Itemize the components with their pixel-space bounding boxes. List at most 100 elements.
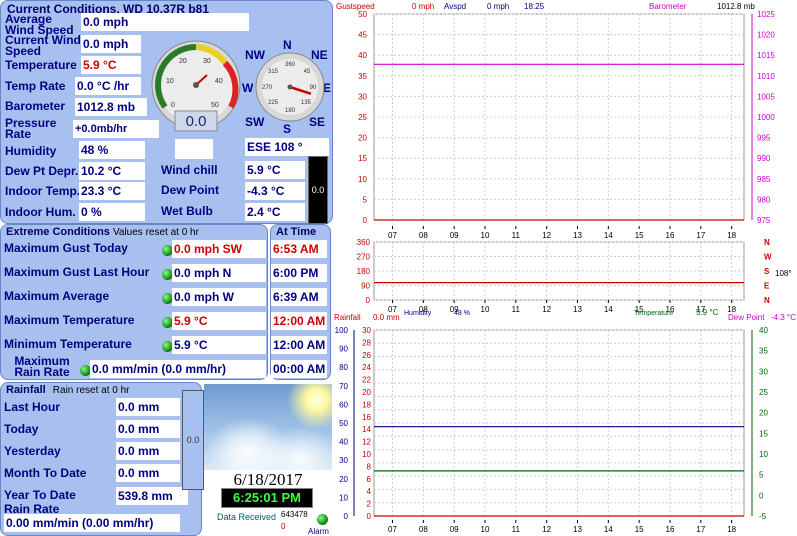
chart1-baro-label: Barometer xyxy=(649,2,687,11)
y-tick-label: 40 xyxy=(358,51,367,60)
y-tick-label: 80 xyxy=(339,363,348,372)
rain-rate-value: 0.00 mm/min (0.00 mm/hr) xyxy=(4,514,180,532)
y-tick-label: 30 xyxy=(358,92,367,101)
y-tick-label: 360 xyxy=(357,238,371,247)
y-right-tick-label: 25 xyxy=(759,388,768,397)
extreme-row-time: 6:53 AM xyxy=(271,240,327,258)
yesterday-value: 0.0 mm xyxy=(116,442,180,460)
y-tick-label: 70 xyxy=(339,382,348,391)
alarm-indicator[interactable] xyxy=(317,514,328,525)
gauge-tick-50: 50 xyxy=(211,102,219,109)
x-tick-label: 07 xyxy=(388,231,397,240)
humidity-label: Humidity xyxy=(5,144,57,158)
chart3-dewpoint-value: -4.3 °C xyxy=(771,313,796,322)
x-tick-label: 16 xyxy=(666,231,675,240)
y-right-tick-label: 995 xyxy=(757,134,771,143)
extreme-row-label: Maximum Gust Today xyxy=(4,241,128,255)
x-tick-label: 14 xyxy=(604,305,613,314)
y-tick-label: 5 xyxy=(363,195,368,204)
graphs-area: Gustspeed 0 mph Avspd 0 mph 18:25 Barometer 10… xyxy=(334,2,796,534)
data-received-zero: 0 xyxy=(281,522,286,531)
y-right-tick-label: 1005 xyxy=(757,92,775,101)
chart1-time: 18:25 xyxy=(524,2,545,11)
extreme-row-time: 6:00 PM xyxy=(271,264,327,282)
chart1-baro-value: 1012.8 mb xyxy=(717,2,755,11)
y-tick-label: 25 xyxy=(358,113,367,122)
wind-chill-label: Wind chill xyxy=(161,163,218,177)
y-right-tick-label: 20 xyxy=(759,409,768,418)
month-value: 0.0 mm xyxy=(116,464,180,482)
extreme-row-label: Maximum Rain Rate xyxy=(14,354,70,379)
wet-bulb-value: 2.4 °C xyxy=(245,203,305,221)
x-tick-label: 13 xyxy=(573,231,582,240)
extreme-row-value: 0.0 mph N xyxy=(172,264,266,282)
temperature-value: 5.9 °C xyxy=(81,56,141,74)
pressure-rate-label: Pressure Rate xyxy=(5,116,57,141)
x-tick-label: 09 xyxy=(450,525,459,534)
chart3-temperature-label: Temperature xyxy=(634,310,673,317)
chart2-direction-value: 108° xyxy=(775,269,792,278)
x-tick-label: 18 xyxy=(727,231,736,240)
wind-direction-value: ESE 108 ° xyxy=(245,138,329,156)
y-tick-label: 0 xyxy=(363,216,368,225)
barometer-label: Barometer xyxy=(5,99,66,113)
y-mid-tick-label: 0 xyxy=(367,512,372,521)
y-right-tick-label: 975 xyxy=(757,216,771,225)
month-label: Month To Date xyxy=(4,466,87,480)
y-right-tick-label: 1025 xyxy=(757,10,775,19)
x-tick-label: 10 xyxy=(481,525,490,534)
pressure-rate-value: +0.0mb/hr xyxy=(73,120,159,138)
extreme-row-time: 12:00 AM xyxy=(271,336,327,354)
y-mid-tick-label: 8 xyxy=(367,462,372,471)
gauge-value: 0.0 xyxy=(186,113,207,130)
extreme-row-label: Maximum Temperature xyxy=(4,313,135,327)
chart1-avg-value: 0 mph xyxy=(487,2,509,11)
compass-tick-90: 90 xyxy=(310,85,317,91)
y-right-tick-label: 30 xyxy=(759,367,768,376)
x-tick-label: 07 xyxy=(388,525,397,534)
y-tick-label: 50 xyxy=(358,10,367,19)
extreme-row-value: 0.0 mph SW xyxy=(172,240,266,258)
gauge-tick-10: 10 xyxy=(166,78,174,85)
y-tick-label: 50 xyxy=(339,419,348,428)
extreme-row-value: 0.0 mph W xyxy=(172,288,266,306)
y-tick-label: 10 xyxy=(339,493,348,502)
chart1-gust-value: 0 mph xyxy=(412,2,434,11)
chart3-humidity-value: 48 % xyxy=(454,310,470,317)
x-tick-label: 10 xyxy=(481,305,490,314)
x-tick-label: 09 xyxy=(450,231,459,240)
compass-tick-225: 225 xyxy=(268,100,279,106)
wind-compass: 360 45 90 135 180 225 270 315 xyxy=(255,52,325,122)
y-tick-label: 180 xyxy=(357,267,371,276)
indoor-temp-value: 23.3 °C xyxy=(79,182,145,200)
last-hour-label: Last Hour xyxy=(4,400,61,414)
x-tick-label: 08 xyxy=(419,231,428,240)
y-right-tick-label: 980 xyxy=(757,195,771,204)
x-tick-label: 11 xyxy=(512,231,521,240)
blank-box xyxy=(175,139,213,159)
compass-n: N xyxy=(283,38,292,52)
today-label: Today xyxy=(4,422,39,436)
cur-wind-label: Current Wind Speed xyxy=(5,33,81,58)
y-tick-label: 10 xyxy=(358,175,367,184)
y-right-tick-label: 40 xyxy=(759,326,768,335)
extreme-title: Extreme Conditions xyxy=(6,226,110,238)
gauge-tick-20: 20 xyxy=(179,58,187,65)
y-right-tick-label: 1010 xyxy=(757,72,775,81)
compass-tick-45: 45 xyxy=(304,69,311,75)
wind-chill-value: 5.9 °C xyxy=(245,161,305,179)
y-mid-tick-label: 18 xyxy=(362,400,371,409)
rainfall-subtitle: Rain reset at 0 hr xyxy=(52,385,130,396)
rain-rate-bar: 0.0 xyxy=(308,156,328,224)
compass-tick-360: 360 xyxy=(285,62,296,68)
y-right-tick-label: 1015 xyxy=(757,51,775,60)
y-mid-tick-label: 2 xyxy=(367,500,372,509)
y-right-tick-label: 5 xyxy=(759,471,764,480)
temp-rate-label: Temp Rate xyxy=(5,79,66,93)
y-tick-label: 15 xyxy=(358,154,367,163)
y-mid-tick-label: 4 xyxy=(367,487,372,496)
year-label: Year To Date xyxy=(4,488,76,502)
y-tick-label: 20 xyxy=(358,134,367,143)
y-tick-label: 90 xyxy=(361,282,370,291)
x-tick-label: 12 xyxy=(542,231,551,240)
